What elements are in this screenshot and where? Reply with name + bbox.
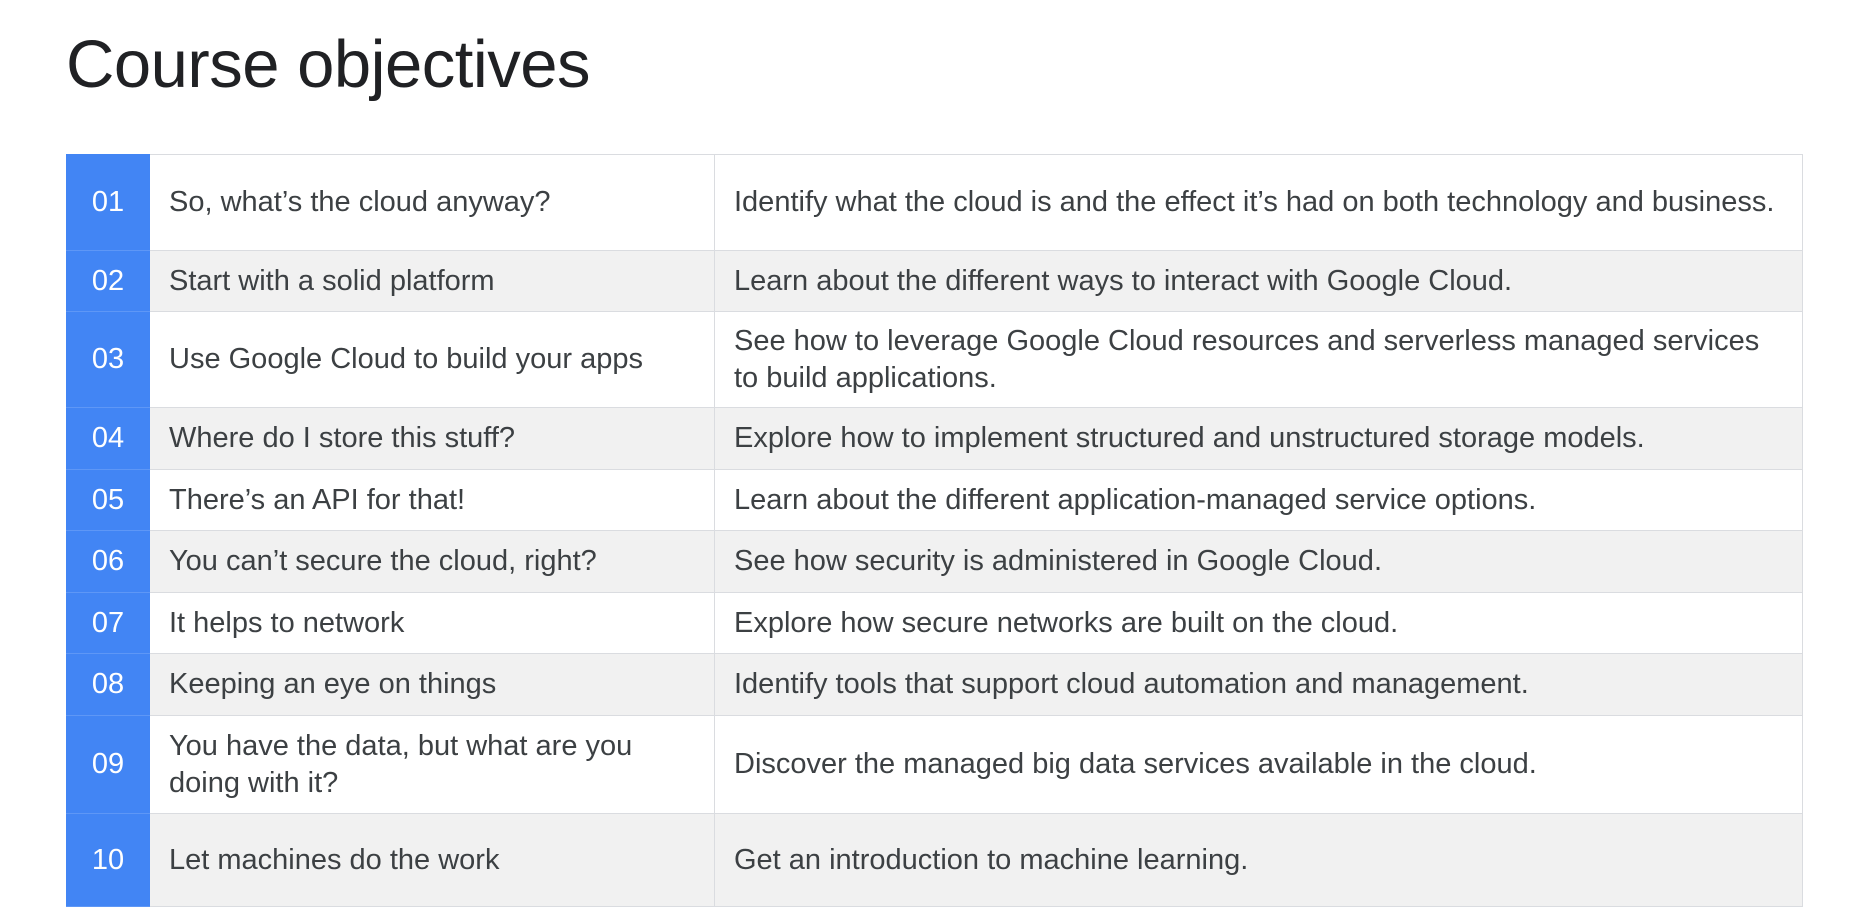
objective-topic: Start with a solid platform — [149, 250, 715, 312]
objective-topic: Keeping an eye on things — [149, 653, 715, 716]
objective-description: Identify tools that support cloud automa… — [714, 653, 1803, 716]
objective-topic: Use Google Cloud to build your apps — [149, 311, 715, 408]
table-row: 09 You have the data, but what are you d… — [66, 715, 1803, 814]
table-row: 05 There’s an API for that! Learn about … — [66, 469, 1803, 531]
table-row: 07 It helps to network Explore how secur… — [66, 592, 1803, 654]
objective-number: 09 — [66, 715, 150, 814]
objective-number: 02 — [66, 250, 150, 312]
table-row: 03 Use Google Cloud to build your apps S… — [66, 311, 1803, 408]
objective-number: 03 — [66, 311, 150, 408]
table-row: 01 So, what’s the cloud anyway? Identify… — [66, 154, 1803, 251]
table-row: 02 Start with a solid platform Learn abo… — [66, 250, 1803, 312]
objective-description: Explore how secure networks are built on… — [714, 592, 1803, 654]
objective-number: 05 — [66, 469, 150, 531]
table-row: 10 Let machines do the work Get an intro… — [66, 813, 1803, 907]
objective-description: Discover the managed big data services a… — [714, 715, 1803, 814]
objective-description: Get an introduction to machine learning. — [714, 813, 1803, 907]
objective-topic: Where do I store this stuff? — [149, 407, 715, 470]
objective-number: 06 — [66, 530, 150, 593]
table-row: 06 You can’t secure the cloud, right? Se… — [66, 530, 1803, 593]
objective-number: 07 — [66, 592, 150, 654]
page-title: Course objectives — [66, 27, 591, 102]
objective-description: See how security is administered in Goog… — [714, 530, 1803, 593]
table-row: 04 Where do I store this stuff? Explore … — [66, 407, 1803, 470]
objectives-table: 01 So, what’s the cloud anyway? Identify… — [66, 154, 1803, 907]
objective-topic: So, what’s the cloud anyway? — [149, 154, 715, 251]
objective-number: 10 — [66, 813, 150, 907]
objective-number: 01 — [66, 154, 150, 251]
objective-topic: It helps to network — [149, 592, 715, 654]
objective-topic: Let machines do the work — [149, 813, 715, 907]
objective-description: See how to leverage Google Cloud resourc… — [714, 311, 1803, 408]
objective-description: Learn about the different application-ma… — [714, 469, 1803, 531]
objective-description: Explore how to implement structured and … — [714, 407, 1803, 470]
objective-topic: You can’t secure the cloud, right? — [149, 530, 715, 593]
objective-number: 04 — [66, 407, 150, 470]
objective-description: Identify what the cloud is and the effec… — [714, 154, 1803, 251]
objective-description: Learn about the different ways to intera… — [714, 250, 1803, 312]
table-row: 08 Keeping an eye on things Identify too… — [66, 653, 1803, 716]
objective-topic: There’s an API for that! — [149, 469, 715, 531]
objective-number: 08 — [66, 653, 150, 716]
objective-topic: You have the data, but what are you doin… — [149, 715, 715, 814]
